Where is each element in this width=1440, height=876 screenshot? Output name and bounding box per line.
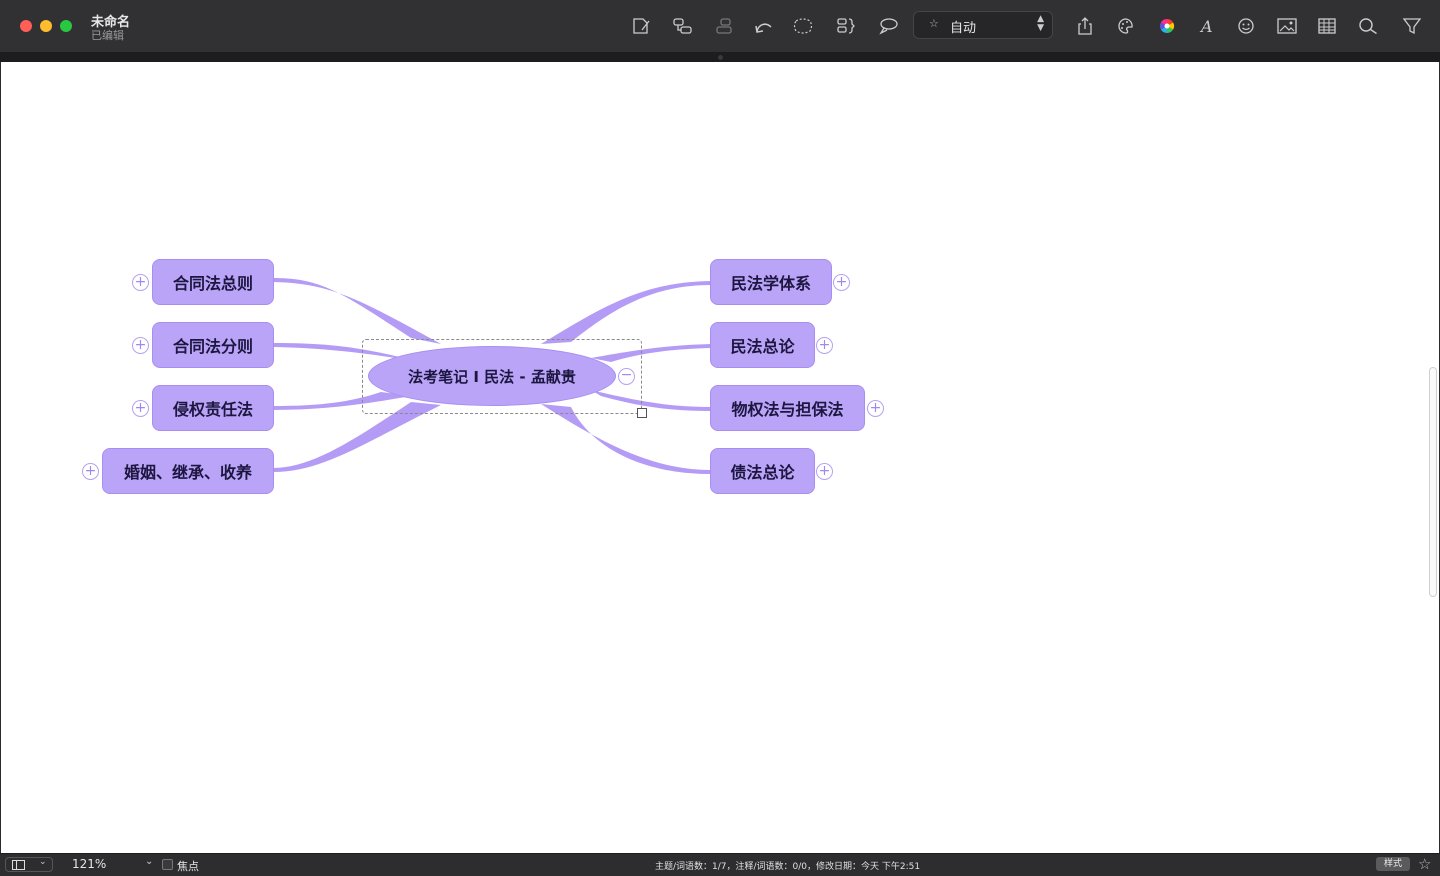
boundary-icon xyxy=(793,18,813,34)
share-button[interactable] xyxy=(1072,14,1098,38)
minimize-window-button[interactable] xyxy=(40,20,52,32)
layout-star-icon: ☆ xyxy=(929,17,939,30)
expand-toggle-left-4[interactable]: + xyxy=(82,463,99,480)
vertical-scrollbar[interactable] xyxy=(1429,367,1437,597)
color-wheel-icon xyxy=(1159,18,1175,34)
svg-text:A: A xyxy=(1199,17,1213,36)
word-count-stats: 主题/词语数：1/7，注释/词语数：0/0，修改日期：今天 下午2:51 xyxy=(655,862,921,872)
document-status: 已编辑 xyxy=(91,29,124,42)
expand-toggle-right-2[interactable]: + xyxy=(816,337,833,354)
central-topic[interactable]: 法考笔记 I 民法 - 孟献贵 xyxy=(368,346,616,406)
table-button[interactable] xyxy=(1314,14,1340,38)
select-arrows-icon: ▲ ▼ xyxy=(1037,14,1044,33)
new-document-button[interactable] xyxy=(628,14,654,38)
subtopic-icon xyxy=(673,18,692,34)
status-bar: ⌄ 121% ⌄ 焦点 主题/词语数：1/7，注释/词语数：0/0，修改日期：今… xyxy=(0,853,1440,876)
callout-icon xyxy=(879,18,898,35)
expand-toggle-left-1[interactable]: + xyxy=(132,274,149,291)
subtopic-button[interactable] xyxy=(669,14,695,38)
topic-right-2[interactable]: 民法总论 xyxy=(710,322,815,368)
collapse-toggle-root[interactable]: − xyxy=(618,368,635,385)
sidebar-toggle-button[interactable]: ⌄ xyxy=(5,857,53,872)
boundary-button[interactable] xyxy=(790,14,816,38)
undo-icon xyxy=(755,23,772,33)
new-document-icon xyxy=(633,18,650,34)
expand-toggle-right-1[interactable]: + xyxy=(833,274,850,291)
topic-left-2[interactable]: 合同法分则 xyxy=(152,322,274,368)
topic-right-4[interactable]: 债法总论 xyxy=(710,448,815,494)
undo-button[interactable] xyxy=(751,14,777,38)
topic-left-1[interactable]: 合同法总则 xyxy=(152,259,274,305)
topic-left-3[interactable]: 侵权责任法 xyxy=(152,385,274,431)
image-button[interactable] xyxy=(1274,14,1300,38)
expand-toggle-right-4[interactable]: + xyxy=(816,463,833,480)
palette-icon xyxy=(1118,18,1133,34)
zoom-chevron-icon[interactable]: ⌄ xyxy=(145,856,153,867)
mindmap-canvas[interactable]: 法考笔记 I 民法 - 孟献贵 − 合同法总则 + 合同法分则 + 侵权责任法 … xyxy=(1,62,1439,853)
focus-label: 焦点 xyxy=(177,860,199,873)
search-icon xyxy=(1359,18,1377,35)
summary-button[interactable] xyxy=(833,14,859,38)
table-icon xyxy=(1318,18,1336,34)
summary-icon xyxy=(837,18,855,34)
sidebar-icon xyxy=(12,860,25,870)
filter-icon xyxy=(1402,18,1422,35)
search-button[interactable] xyxy=(1355,14,1381,38)
image-icon xyxy=(1277,18,1297,34)
callout-button[interactable] xyxy=(875,14,901,38)
layout-select-value: 自动 xyxy=(950,21,977,36)
title-bar: 未命名 已编辑 ☆ 自动 ▲ ▼ A xyxy=(0,0,1440,53)
share-icon xyxy=(1078,17,1092,35)
expand-toggle-left-2[interactable]: + xyxy=(132,337,149,354)
branch-债法总论 xyxy=(541,404,711,474)
filter-button[interactable] xyxy=(1399,14,1425,38)
layout-select[interactable]: ☆ 自动 ▲ ▼ xyxy=(913,11,1053,39)
theme-button[interactable] xyxy=(1113,14,1139,38)
star-icon[interactable]: ☆ xyxy=(1418,855,1431,873)
emoji-icon xyxy=(1238,18,1254,34)
zoom-window-button[interactable] xyxy=(60,20,72,32)
zoom-level[interactable]: 121% xyxy=(72,857,106,871)
color-button[interactable] xyxy=(1154,14,1180,38)
focus-checkbox[interactable] xyxy=(162,859,173,870)
expand-toggle-left-3[interactable]: + xyxy=(132,400,149,417)
fold-button[interactable] xyxy=(711,14,737,38)
font-button[interactable]: A xyxy=(1193,14,1219,38)
topic-left-4[interactable]: 婚姻、继承、收养 xyxy=(102,448,274,494)
resize-handle[interactable] xyxy=(637,408,647,418)
topic-right-3[interactable]: 物权法与担保法 xyxy=(710,385,865,431)
chevron-down-icon: ⌄ xyxy=(39,857,47,867)
topic-right-1[interactable]: 民法学体系 xyxy=(710,259,832,305)
branch-合同法总则 xyxy=(273,278,441,344)
font-icon: A xyxy=(1199,17,1213,36)
close-window-button[interactable] xyxy=(20,20,32,32)
branch-民法学体系 xyxy=(541,281,711,344)
emoji-button[interactable] xyxy=(1233,14,1259,38)
style-button[interactable]: 样式 xyxy=(1376,857,1410,871)
drag-indicator[interactable] xyxy=(718,55,723,60)
fold-icon xyxy=(716,18,732,34)
expand-toggle-right-3[interactable]: + xyxy=(867,400,884,417)
